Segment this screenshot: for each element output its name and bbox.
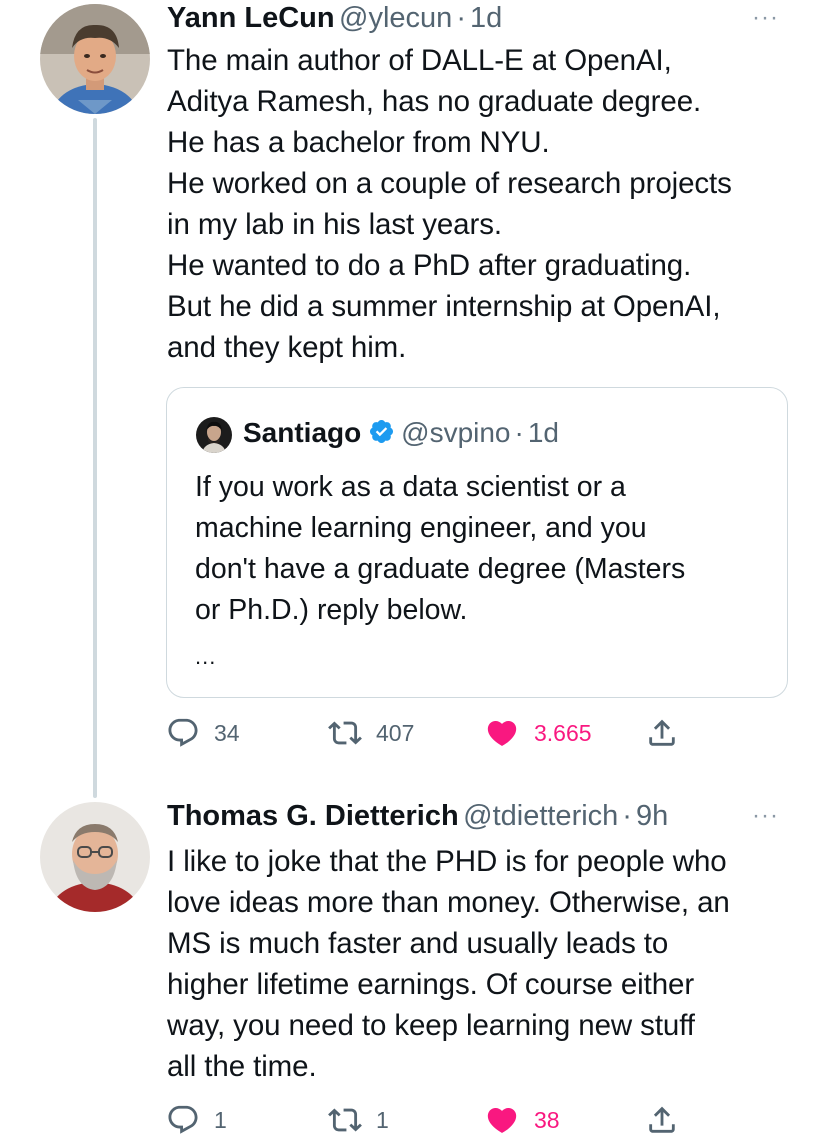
avatar[interactable] bbox=[40, 4, 150, 114]
tweet-header: Yann LeCun @ylecun · 1d bbox=[167, 2, 502, 35]
like-button[interactable]: 3.665 bbox=[484, 716, 592, 750]
author-name[interactable]: Thomas G. Dietterich bbox=[167, 800, 459, 832]
separator-dot: · bbox=[456, 2, 466, 34]
more-icon[interactable]: ··· bbox=[752, 802, 779, 830]
timestamp[interactable]: 1d bbox=[470, 2, 502, 34]
share-button[interactable] bbox=[645, 1103, 679, 1137]
heart-icon bbox=[484, 1103, 520, 1137]
reply-count: 34 bbox=[214, 719, 240, 746]
reply-count: 1 bbox=[214, 1106, 227, 1133]
timestamp[interactable]: 9h bbox=[636, 800, 668, 832]
like-count: 38 bbox=[534, 1106, 560, 1133]
more-icon[interactable]: ··· bbox=[752, 4, 779, 32]
share-icon bbox=[645, 716, 679, 750]
quoted-handle[interactable]: @svpino bbox=[401, 417, 510, 448]
retweet-count: 1 bbox=[376, 1106, 389, 1133]
reply-button[interactable]: 34 bbox=[166, 716, 240, 750]
reply-icon bbox=[166, 716, 200, 750]
share-icon bbox=[645, 1103, 679, 1137]
like-count: 3.665 bbox=[534, 719, 592, 746]
avatar[interactable] bbox=[40, 802, 150, 912]
retweet-button[interactable]: 1 bbox=[328, 1103, 389, 1137]
quoted-avatar[interactable] bbox=[196, 417, 232, 453]
author-name[interactable]: Yann LeCun bbox=[167, 2, 335, 34]
thread-line bbox=[93, 118, 97, 798]
like-button[interactable]: 38 bbox=[484, 1103, 560, 1137]
quoted-author-name[interactable]: Santiago bbox=[243, 417, 361, 448]
author-handle[interactable]: @ylecun bbox=[339, 2, 452, 34]
author-handle[interactable]: @tdietterich bbox=[463, 800, 618, 832]
separator-dot: · bbox=[514, 417, 524, 448]
retweet-button[interactable]: 407 bbox=[328, 716, 414, 750]
tweet-text: The main author of DALL-E at OpenAI, Adi… bbox=[167, 44, 732, 364]
retweet-count: 407 bbox=[376, 719, 415, 746]
separator-dot: · bbox=[622, 800, 632, 832]
reply-icon bbox=[166, 1103, 200, 1137]
quoted-ellipsis: ... bbox=[195, 644, 217, 669]
tweet-header: Thomas G. Dietterich @tdietterich · 9h bbox=[167, 800, 668, 833]
quoted-timestamp[interactable]: 1d bbox=[528, 417, 559, 448]
retweet-icon bbox=[328, 1103, 362, 1137]
quoted-header: Santiago @svpino · 1d bbox=[243, 417, 559, 450]
tweet-text: I like to joke that the PHD is for peopl… bbox=[167, 845, 730, 1083]
verified-badge-icon bbox=[368, 418, 395, 450]
retweet-icon bbox=[328, 716, 362, 750]
heart-icon bbox=[484, 716, 520, 750]
quoted-text: If you work as a data scientist or a mac… bbox=[195, 471, 686, 626]
share-button[interactable] bbox=[645, 716, 679, 750]
reply-button[interactable]: 1 bbox=[166, 1103, 227, 1137]
